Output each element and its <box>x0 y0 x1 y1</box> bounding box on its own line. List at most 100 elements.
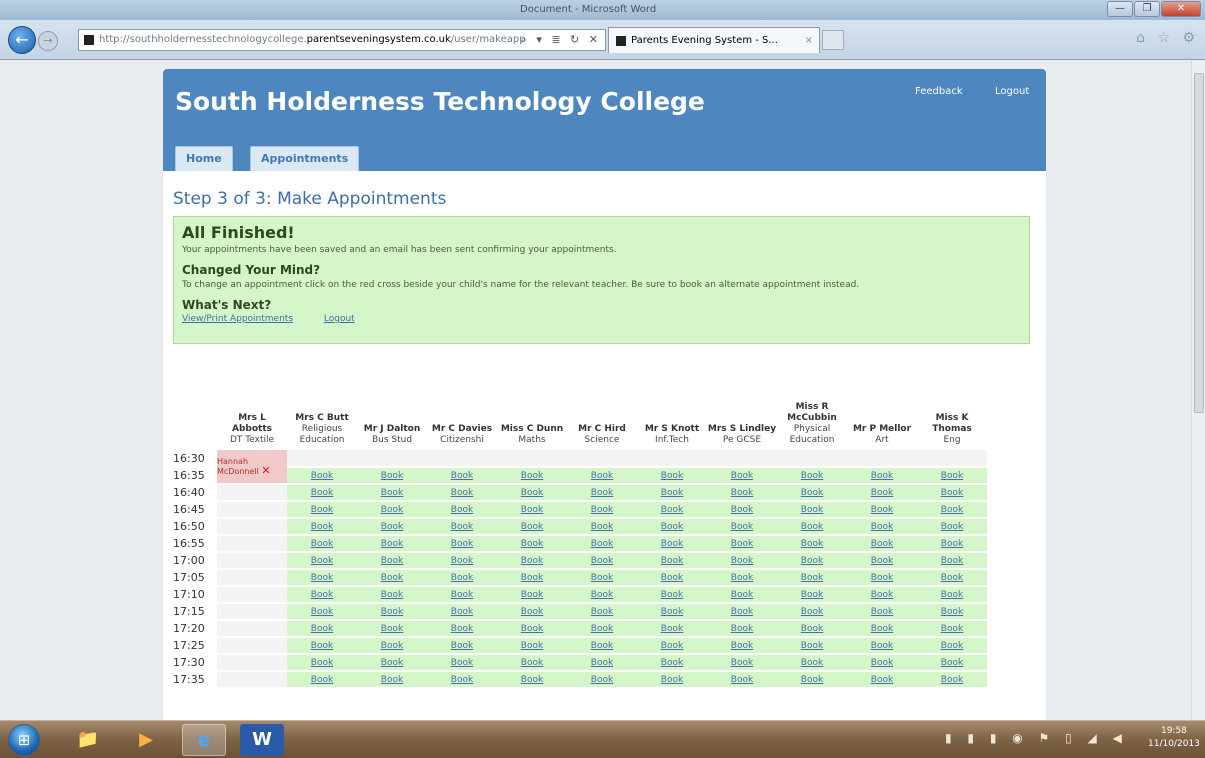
book-link[interactable]: Book <box>497 518 567 536</box>
book-link[interactable]: Book <box>287 535 357 553</box>
tab-close-icon[interactable]: × <box>805 28 813 53</box>
new-tab-button[interactable] <box>822 30 844 50</box>
book-link[interactable]: Book <box>917 586 987 604</box>
book-link[interactable]: Book <box>357 569 427 587</box>
book-link[interactable]: Book <box>497 484 567 502</box>
book-link[interactable]: Book <box>917 654 987 672</box>
book-link[interactable]: Book <box>497 637 567 655</box>
forward-button[interactable]: → <box>38 31 58 51</box>
word-icon[interactable]: W <box>240 724 284 756</box>
book-link[interactable]: Book <box>497 552 567 570</box>
book-link[interactable]: Book <box>637 637 707 655</box>
view-print-link[interactable]: View/Print Appointments <box>182 314 293 324</box>
book-link[interactable]: Book <box>567 467 637 485</box>
book-link[interactable]: Book <box>777 535 847 553</box>
book-link[interactable]: Book <box>637 501 707 519</box>
book-link[interactable]: Book <box>427 671 497 689</box>
book-link[interactable]: Book <box>917 620 987 638</box>
book-link[interactable]: Book <box>427 654 497 672</box>
book-link[interactable]: Book <box>777 586 847 604</box>
book-link[interactable]: Book <box>917 552 987 570</box>
minimize-button[interactable]: — <box>1107 1 1133 17</box>
book-link[interactable]: Book <box>637 484 707 502</box>
book-link[interactable]: Book <box>497 569 567 587</box>
logout-link[interactable]: Logout <box>324 314 355 324</box>
book-link[interactable]: Book <box>847 535 917 553</box>
book-link[interactable]: Book <box>567 671 637 689</box>
book-link[interactable]: Book <box>357 535 427 553</box>
book-link[interactable]: Book <box>707 484 777 502</box>
cancel-appointment-icon[interactable]: ✕ <box>261 464 270 477</box>
clock[interactable]: 19:58 11/10/2013 <box>1148 725 1200 751</box>
book-link[interactable]: Book <box>917 637 987 655</box>
book-link[interactable]: Book <box>707 535 777 553</box>
book-link[interactable]: Book <box>287 467 357 485</box>
book-link[interactable]: Book <box>357 603 427 621</box>
book-link[interactable]: Book <box>567 484 637 502</box>
book-link[interactable]: Book <box>567 586 637 604</box>
book-link[interactable]: Book <box>777 637 847 655</box>
book-link[interactable]: Book <box>567 620 637 638</box>
book-link[interactable]: Book <box>777 518 847 536</box>
book-link[interactable]: Book <box>357 518 427 536</box>
book-link[interactable]: Book <box>847 467 917 485</box>
book-link[interactable]: Book <box>707 552 777 570</box>
book-link[interactable]: Book <box>637 518 707 536</box>
vertical-scrollbar[interactable] <box>1191 61 1205 720</box>
book-link[interactable]: Book <box>357 620 427 638</box>
book-link[interactable]: Book <box>707 637 777 655</box>
media-player-icon[interactable]: ▶ <box>124 724 168 756</box>
book-link[interactable]: Book <box>357 467 427 485</box>
book-link[interactable]: Book <box>847 654 917 672</box>
book-link[interactable]: Book <box>637 569 707 587</box>
book-link[interactable]: Book <box>357 501 427 519</box>
book-link[interactable]: Book <box>567 569 637 587</box>
book-link[interactable]: Book <box>497 671 567 689</box>
book-link[interactable]: Book <box>917 603 987 621</box>
book-link[interactable]: Book <box>917 535 987 553</box>
address-bar[interactable]: http://southholdernesstechnologycollege.… <box>78 29 606 51</box>
book-link[interactable]: Book <box>637 586 707 604</box>
book-link[interactable]: Book <box>287 569 357 587</box>
book-link[interactable]: Book <box>707 569 777 587</box>
book-link[interactable]: Book <box>287 654 357 672</box>
book-link[interactable]: Book <box>847 637 917 655</box>
book-link[interactable]: Book <box>917 569 987 587</box>
book-link[interactable]: Book <box>497 586 567 604</box>
address-tools-icon[interactable]: ⌕ ▾ ≣ ↻ ✕ <box>521 30 601 50</box>
explorer-icon[interactable]: 📁 <box>66 724 110 756</box>
book-link[interactable]: Book <box>847 484 917 502</box>
scrollbar-thumb[interactable] <box>1194 73 1204 413</box>
book-link[interactable]: Book <box>567 552 637 570</box>
book-link[interactable]: Book <box>497 535 567 553</box>
back-button[interactable]: ← <box>8 26 36 54</box>
book-link[interactable]: Book <box>777 620 847 638</box>
book-link[interactable]: Book <box>847 603 917 621</box>
book-link[interactable]: Book <box>357 484 427 502</box>
book-link[interactable]: Book <box>637 552 707 570</box>
book-link[interactable]: Book <box>567 603 637 621</box>
book-link[interactable]: Book <box>637 535 707 553</box>
book-link[interactable]: Book <box>427 637 497 655</box>
book-link[interactable]: Book <box>287 586 357 604</box>
book-link[interactable]: Book <box>847 552 917 570</box>
book-link[interactable]: Book <box>847 569 917 587</box>
header-logout-link[interactable]: Logout <box>995 86 1029 97</box>
close-window-button[interactable]: ✕ <box>1161 1 1201 17</box>
book-link[interactable]: Book <box>427 586 497 604</box>
book-link[interactable]: Book <box>847 671 917 689</box>
book-link[interactable]: Book <box>567 501 637 519</box>
book-link[interactable]: Book <box>427 552 497 570</box>
book-link[interactable]: Book <box>567 535 637 553</box>
book-link[interactable]: Book <box>847 586 917 604</box>
book-link[interactable]: Book <box>707 603 777 621</box>
book-link[interactable]: Book <box>637 467 707 485</box>
book-link[interactable]: Book <box>917 518 987 536</box>
book-link[interactable]: Book <box>497 603 567 621</box>
book-link[interactable]: Book <box>427 569 497 587</box>
book-link[interactable]: Book <box>637 603 707 621</box>
home-favorites-settings-icons[interactable]: ⌂ ☆ ⚙ <box>1136 30 1199 46</box>
book-link[interactable]: Book <box>497 620 567 638</box>
book-link[interactable]: Book <box>287 484 357 502</box>
book-link[interactable]: Book <box>497 501 567 519</box>
